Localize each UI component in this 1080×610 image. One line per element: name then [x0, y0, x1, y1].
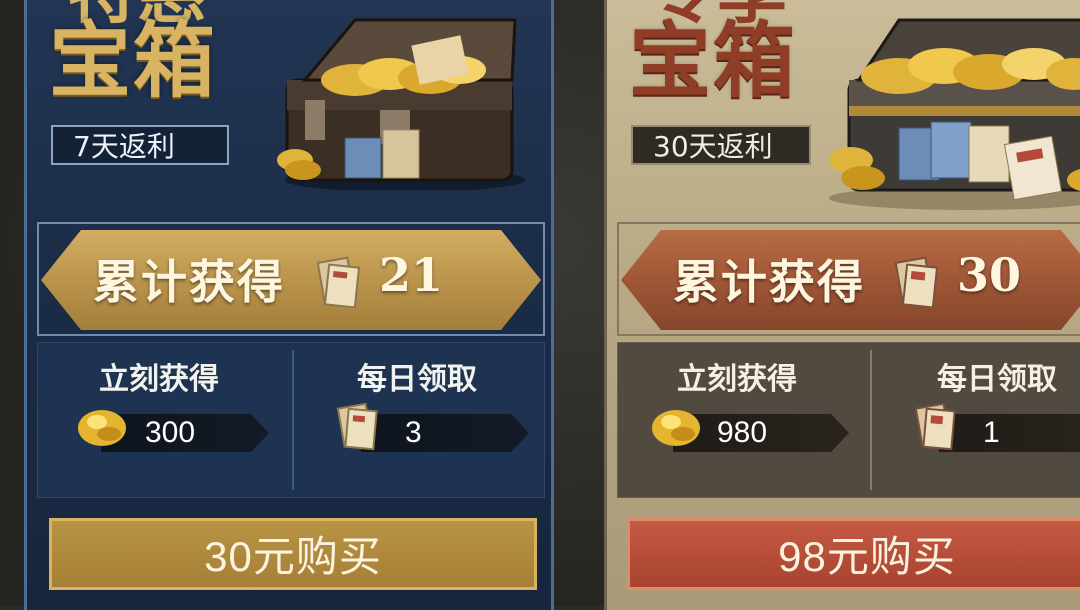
document-ticket-icon — [914, 402, 956, 451]
reward-divider — [292, 350, 294, 490]
buy-button-30[interactable]: 30元购买 — [49, 518, 537, 590]
reward-divider — [870, 350, 872, 490]
gold-nugget-icon — [78, 410, 126, 446]
total-count: 30 — [957, 248, 1022, 302]
instant-label: 立刻获得 — [677, 362, 797, 397]
daily-value: 3 — [361, 414, 529, 452]
document-ticket-icon — [316, 256, 361, 309]
document-ticket-icon — [336, 402, 378, 451]
daily-label: 每日领取 — [357, 362, 477, 397]
rebate-badge: 30天返利 — [631, 125, 811, 165]
offer-title: 宝箱 — [629, 13, 798, 109]
gold-nugget-icon — [652, 410, 700, 446]
daily-value: 1 — [939, 414, 1080, 452]
daily-label: 每日领取 — [937, 362, 1057, 397]
offer-card-7day: 特惠 宝箱 7天返利 累计获得 21 立刻获得 每日领取 300 3 — [24, 0, 554, 610]
buy-button-98[interactable]: 98元购买 — [627, 518, 1080, 590]
offer-title: 宝箱 — [49, 13, 218, 109]
instant-label: 立刻获得 — [99, 362, 219, 397]
total-label: 累计获得 — [93, 255, 285, 309]
total-count: 21 — [379, 248, 444, 302]
document-ticket-icon — [894, 256, 939, 309]
treasure-chest-icon — [277, 18, 525, 190]
rebate-badge: 7天返利 — [51, 125, 229, 165]
total-label: 累计获得 — [673, 255, 865, 309]
offer-card-30day: 专享 宝箱 30天返利 累计获得 30 立刻获得 每日领取 980 — [604, 0, 1080, 610]
treasure-chest-icon — [829, 18, 1080, 210]
